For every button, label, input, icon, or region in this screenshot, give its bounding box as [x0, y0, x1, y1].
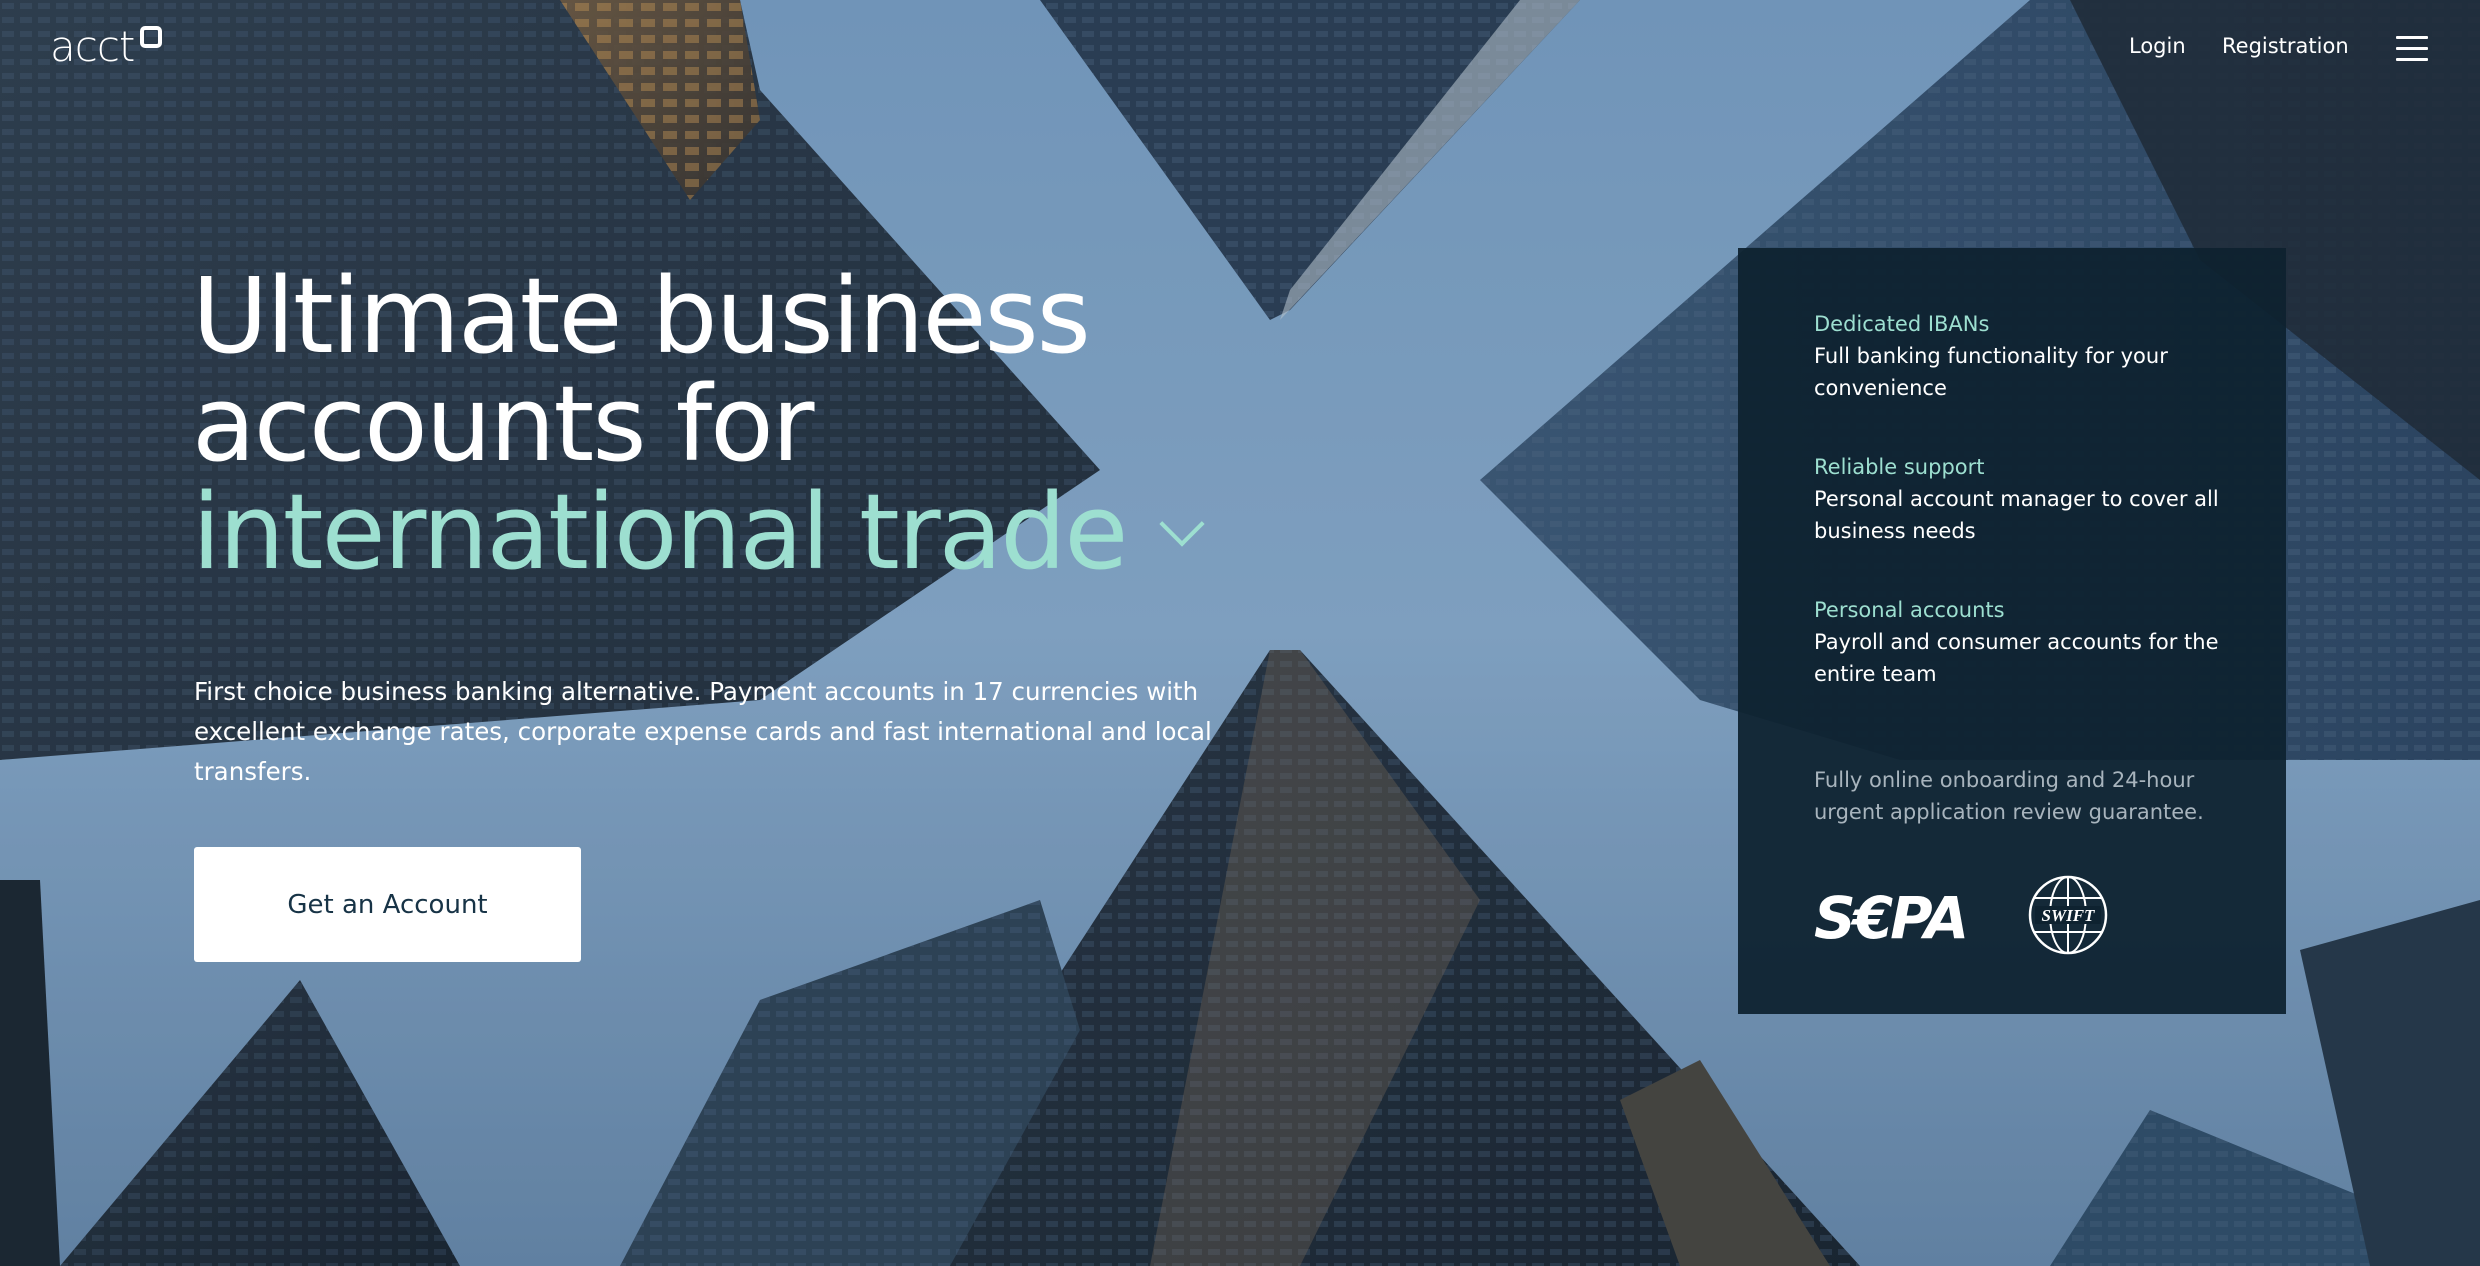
feature-description: Personal account manager to cover all bu… [1814, 487, 2219, 543]
feature-title: Reliable support [1814, 455, 1985, 479]
feature-dedicated-ibans: Dedicated IBANs Full banking functionali… [1814, 308, 2234, 404]
sepa-logo: S€PA [1814, 884, 1969, 952]
feature-description: Payroll and consumer accounts for the en… [1814, 630, 2219, 686]
hero-title: Ultimate business accounts for internati… [192, 262, 1392, 586]
swift-logo: SWIFT [2028, 875, 2108, 955]
registration-link[interactable]: Registration [2222, 34, 2349, 58]
hero-title-line-1: Ultimate business [192, 255, 1091, 377]
hero-title-line-3: international trade [192, 478, 1392, 586]
feature-personal-accounts: Personal accounts Payroll and consumer a… [1814, 594, 2234, 690]
feature-reliable-support: Reliable support Personal account manage… [1814, 451, 2234, 547]
hero-subtitle: First choice business banking alternativ… [194, 677, 1212, 786]
landing-page: acct Login Registration Ultimate busines… [0, 0, 2480, 1266]
get-account-button[interactable]: Get an Account [194, 847, 581, 962]
hamburger-menu-icon[interactable] [2396, 36, 2430, 62]
feature-title: Dedicated IBANs [1814, 312, 1990, 336]
swift-logo-text: SWIFT [2042, 906, 2096, 925]
login-link[interactable]: Login [2129, 34, 2186, 58]
logo-mark-icon [140, 26, 162, 48]
hero-title-line-2: accounts for [192, 363, 815, 485]
feature-title: Personal accounts [1814, 598, 2005, 622]
acct-logo[interactable]: acct [50, 22, 135, 71]
chevron-down-icon[interactable] [1159, 501, 1205, 547]
onboarding-note: Fully online onboarding and 24-hour urge… [1814, 768, 2204, 824]
features-panel: Dedicated IBANs Full banking functionali… [1738, 248, 2286, 1014]
feature-description: Full banking functionality for your conv… [1814, 344, 2168, 400]
hero-title-accent: international trade [192, 471, 1128, 593]
